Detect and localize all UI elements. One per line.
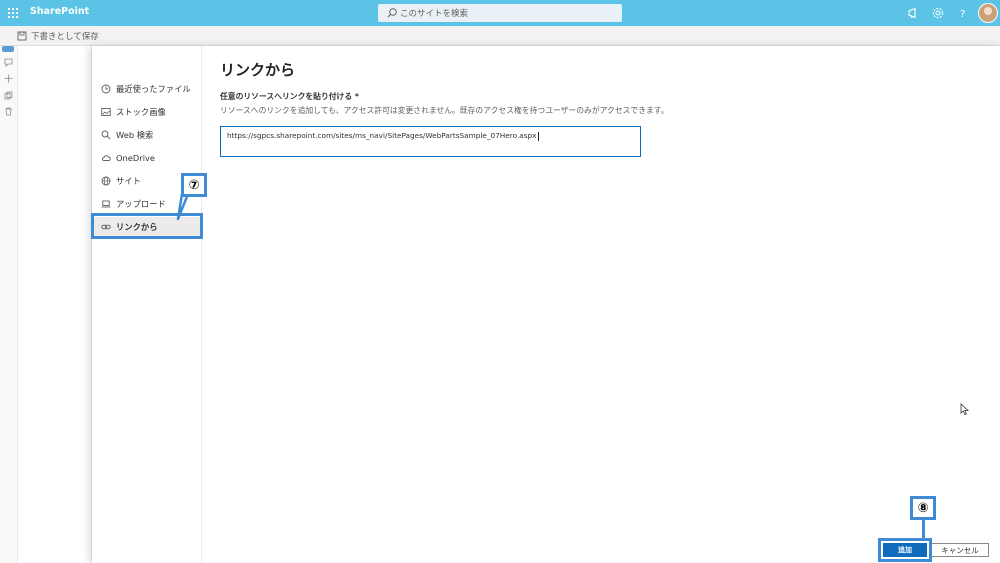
laptop-icon (101, 200, 111, 208)
clock-icon (101, 84, 111, 94)
save-draft-button[interactable]: 下書きとして保存 (17, 30, 99, 42)
save-icon (17, 31, 27, 41)
nav-item-label: Web 検索 (116, 130, 154, 140)
brand-name[interactable]: SharePoint (30, 6, 89, 17)
nav-item-onedrive[interactable]: OneDrive (94, 148, 200, 168)
link-field-help: リソースへのリンクを追加しても、アクセス許可は変更されません。既存のアクセス権を… (220, 106, 669, 115)
picker-nav (92, 46, 202, 563)
nav-item-label: ストック画像 (116, 107, 166, 117)
file-picker-panel (92, 46, 1000, 563)
mouse-pointer-icon (960, 403, 969, 415)
nav-item-label: サイト (116, 176, 141, 186)
save-draft-label: 下書きとして保存 (31, 32, 99, 42)
text-caret (537, 131, 539, 141)
move-icon[interactable] (4, 74, 13, 83)
nav-item-label: アップロード (116, 199, 166, 209)
annotation-pointer-7 (176, 194, 190, 221)
search-icon (387, 8, 397, 18)
nav-item-label: 最近使ったファイル (116, 84, 191, 94)
image-icon (101, 108, 111, 116)
annotation-badge-7: ⑦ (181, 173, 207, 197)
left-rail (0, 46, 18, 563)
comment-icon[interactable] (4, 58, 13, 67)
nav-item-stock-images[interactable]: ストック画像 (94, 102, 200, 122)
nav-item-label: OneDrive (116, 153, 156, 163)
user-avatar[interactable] (978, 3, 998, 23)
rail-active-indicator[interactable] (2, 46, 14, 52)
cloud-icon (102, 155, 111, 161)
search-icon (101, 130, 111, 140)
site-search-box[interactable]: このサイトを検索 (378, 4, 622, 22)
gear-icon[interactable] (931, 6, 945, 20)
megaphone-icon[interactable] (906, 6, 920, 20)
help-icon[interactable]: ? (956, 6, 970, 20)
link-field-label: 任意のリソースへリンクを貼り付ける * (220, 92, 359, 101)
page-canvas (18, 46, 92, 563)
link-url-input[interactable]: https://sgpcs.sharepoint.com/sites/ms_na… (220, 126, 641, 157)
link-url-value: https://sgpcs.sharepoint.com/sites/ms_na… (227, 131, 537, 140)
app-launcher-icon[interactable] (8, 8, 18, 18)
trash-icon[interactable] (4, 107, 13, 116)
globe-icon (101, 176, 111, 186)
svg-text:?: ? (960, 9, 965, 20)
annotation-pointer-8 (922, 520, 925, 539)
panel-title: リンクから (220, 61, 296, 79)
cancel-button[interactable]: キャンセル (931, 543, 989, 557)
search-placeholder: このサイトを検索 (400, 9, 469, 19)
nav-item-web-search[interactable]: Web 検索 (94, 125, 200, 145)
copy-icon[interactable] (4, 91, 13, 100)
annotation-badge-8: ⑧ (910, 496, 936, 520)
nav-item-recent[interactable]: 最近使ったファイル (94, 79, 200, 99)
command-bar (0, 26, 1000, 46)
annotation-highlight-add (878, 538, 932, 562)
